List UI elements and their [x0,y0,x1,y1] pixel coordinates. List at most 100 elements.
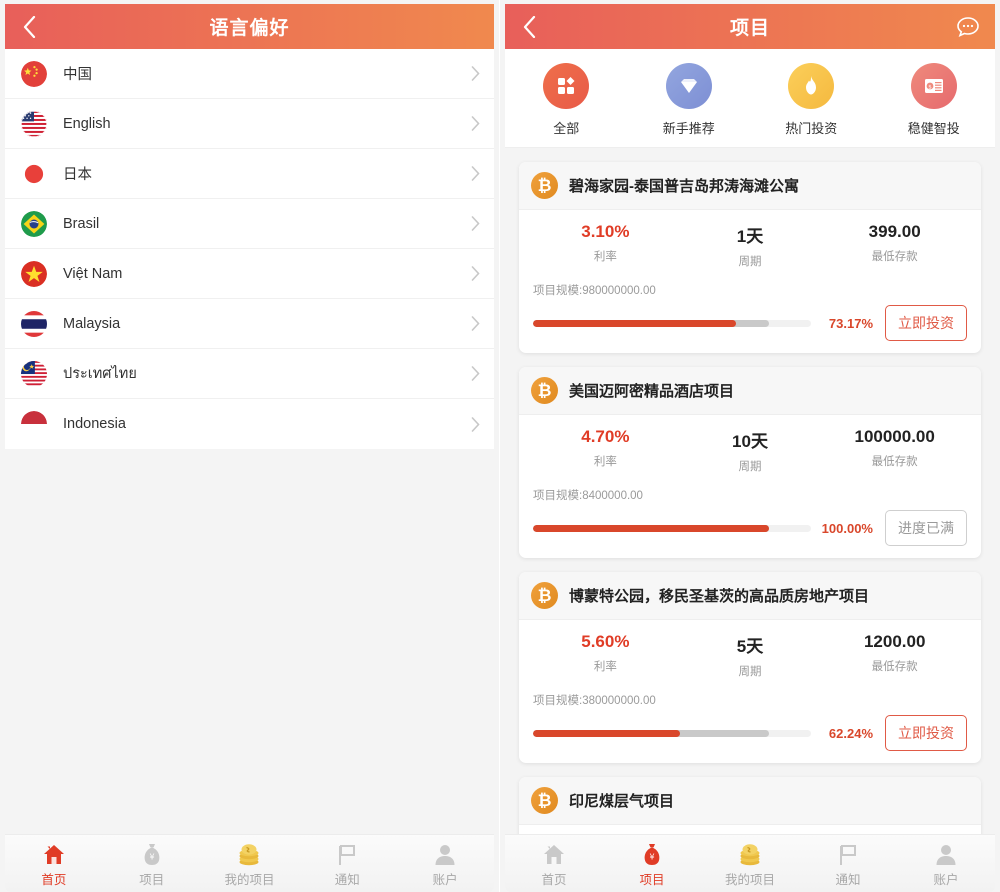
category-tabs: 全部 新手推荐 热门投资 $ 稳健智投 [505,49,995,148]
project-scale: 项目规模:380000000.00 [533,695,656,707]
stat-min-deposit: 399.00 最低存款 [822,222,967,269]
language-label: English [63,115,111,132]
project-card[interactable]: ₿ 碧海家园-泰国普吉岛邦涛海滩公寓 3.10% 利率 1天 周期 399.00… [519,162,981,353]
chevron-right-icon [471,366,480,381]
invest-button-disabled: 进度已满 [885,510,967,546]
language-label: Malaysia [63,315,121,332]
svg-text:$: $ [928,84,932,90]
category-hot[interactable]: 热门投资 [750,63,873,137]
nav-item-home[interactable]: 首页 [505,835,603,892]
language-item-brasil[interactable]: Brasil [5,199,494,249]
project-scale: 项目规模:980000000.00 [533,285,656,297]
back-button[interactable] [517,15,541,39]
flag-icon [336,840,358,866]
person-icon [935,840,957,866]
chat-bubble-icon[interactable] [955,14,981,40]
language-label: Việt Nam [63,265,123,282]
category-label: 稳健智投 [907,121,960,136]
nav-item-account[interactable]: 账户 [396,835,494,892]
period-label: 周期 [738,666,762,678]
back-button[interactable] [17,15,41,39]
language-item-malaysia[interactable]: Malaysia [5,299,494,349]
rate-value: 4.70% [581,427,630,446]
progress-fill [533,729,681,737]
rate-label: 利率 [593,661,617,673]
progress-wrap: 100.00% [533,521,885,536]
project-card-body: 3.10% 利率 1天 周期 399.00 最低存款 项目规模:98000000… [519,210,981,353]
category-beginner[interactable]: 新手推荐 [628,63,751,137]
page-title: 语言偏好 [209,18,290,39]
progress-fill [533,319,737,327]
nav-item-notifications[interactable]: 通知 [799,835,897,892]
project-card-header: ₿ 美国迈阿密精品酒店项目 [519,367,981,415]
chevron-right-icon [471,216,480,231]
language-item-china[interactable]: 中国 [5,49,494,99]
project-title: 印尼煤层气项目 [569,793,675,810]
period-value: 5天 [736,637,764,656]
category-label: 全部 [553,121,580,136]
category-label: 新手推荐 [662,121,715,136]
progress-percent: 62.24% [828,725,873,741]
grid-icon [543,63,590,109]
progress-wrap: 73.17% [533,316,885,331]
page-title: 项目 [729,18,770,39]
person-icon [434,840,456,866]
rate-value: 5.60% [581,632,630,651]
project-card[interactable]: ₿ 美国迈阿密精品酒店项目 4.70% 利率 10天 周期 100000.00 … [519,367,981,558]
language-label: Brasil [63,215,100,232]
category-all[interactable]: 全部 [505,63,628,137]
progress-row: 100.00% 进度已满 [533,510,967,546]
flag-malaysia-icon [21,360,47,387]
nav-item-notifications[interactable]: 通知 [298,835,396,892]
chevron-right-icon [471,316,480,331]
project-title: 碧海家园-泰国普吉岛邦涛海滩公寓 [569,178,799,195]
bitcoin-icon: ₿ [531,787,558,814]
nav-item-my-projects[interactable]: 我的项目 [701,835,799,892]
flag-thailand-icon [21,310,47,337]
nav-label: 首页 [541,872,567,887]
language-item-indonesia[interactable]: Indonesia [5,399,494,449]
coins-icon [737,840,763,866]
chevron-right-icon [471,266,480,281]
language-item-thailand[interactable]: ประเทศไทย [5,349,494,399]
language-item-english[interactable]: English [5,99,494,149]
nav-label: 通知 [334,872,360,887]
flag-icon [837,840,859,866]
moneybag-icon: ¥ [641,840,663,866]
stat-rate: 3.10% 利率 [533,222,678,269]
svg-text:¥: ¥ [649,852,654,861]
language-item-japan[interactable]: 日本 [5,149,494,199]
category-steady[interactable]: $ 稳健智投 [873,63,996,137]
project-card[interactable]: ₿ 博蒙特公园，移民圣基茨的高品质房地产项目 5.60% 利率 5天 周期 12… [519,572,981,763]
language-label: ประเทศไทย [63,366,137,382]
bitcoin-icon: ₿ [531,582,558,609]
nav-item-account[interactable]: 账户 [897,835,995,892]
project-card-header: ₿ 印尼煤层气项目 [519,777,981,825]
svg-text:¥: ¥ [149,852,154,861]
rate-label: 利率 [593,456,617,468]
period-value: 10天 [732,432,768,451]
nav-label: 我的项目 [224,872,275,887]
progress-bar [533,524,811,532]
project-list[interactable]: ₿ 碧海家园-泰国普吉岛邦涛海滩公寓 3.10% 利率 1天 周期 399.00… [505,148,995,892]
invest-button[interactable]: 立即投资 [885,715,967,751]
flag-indonesia-icon [21,411,47,437]
stat-min-deposit: 100000.00 最低存款 [822,427,967,474]
nav-item-projects[interactable]: ¥ 项目 [603,835,701,892]
progress-row: 62.24% 立即投资 [533,715,967,751]
left-bottom-nav: 首页 ¥ 项目 我的项目 通知 账户 [5,834,494,892]
progress-percent: 73.17% [828,315,873,331]
language-item-vietnam[interactable]: Việt Nam [5,249,494,299]
nav-item-home[interactable]: 首页 [5,835,103,892]
category-label: 热门投资 [785,121,838,136]
min-deposit-label: 最低存款 [871,661,918,673]
project-stats: 5.60% 利率 5天 周期 1200.00 最低存款 [533,632,967,679]
chevron-right-icon [471,116,480,131]
invest-button[interactable]: 立即投资 [885,305,967,341]
nav-item-my-projects[interactable]: 我的项目 [201,835,299,892]
nav-label: 首页 [41,872,67,887]
stat-period: 5天 周期 [678,632,823,679]
project-scale: 项目规模:8400000.00 [533,490,643,502]
nav-item-projects[interactable]: ¥ 项目 [103,835,201,892]
left-header: 语言偏好 [5,4,494,49]
